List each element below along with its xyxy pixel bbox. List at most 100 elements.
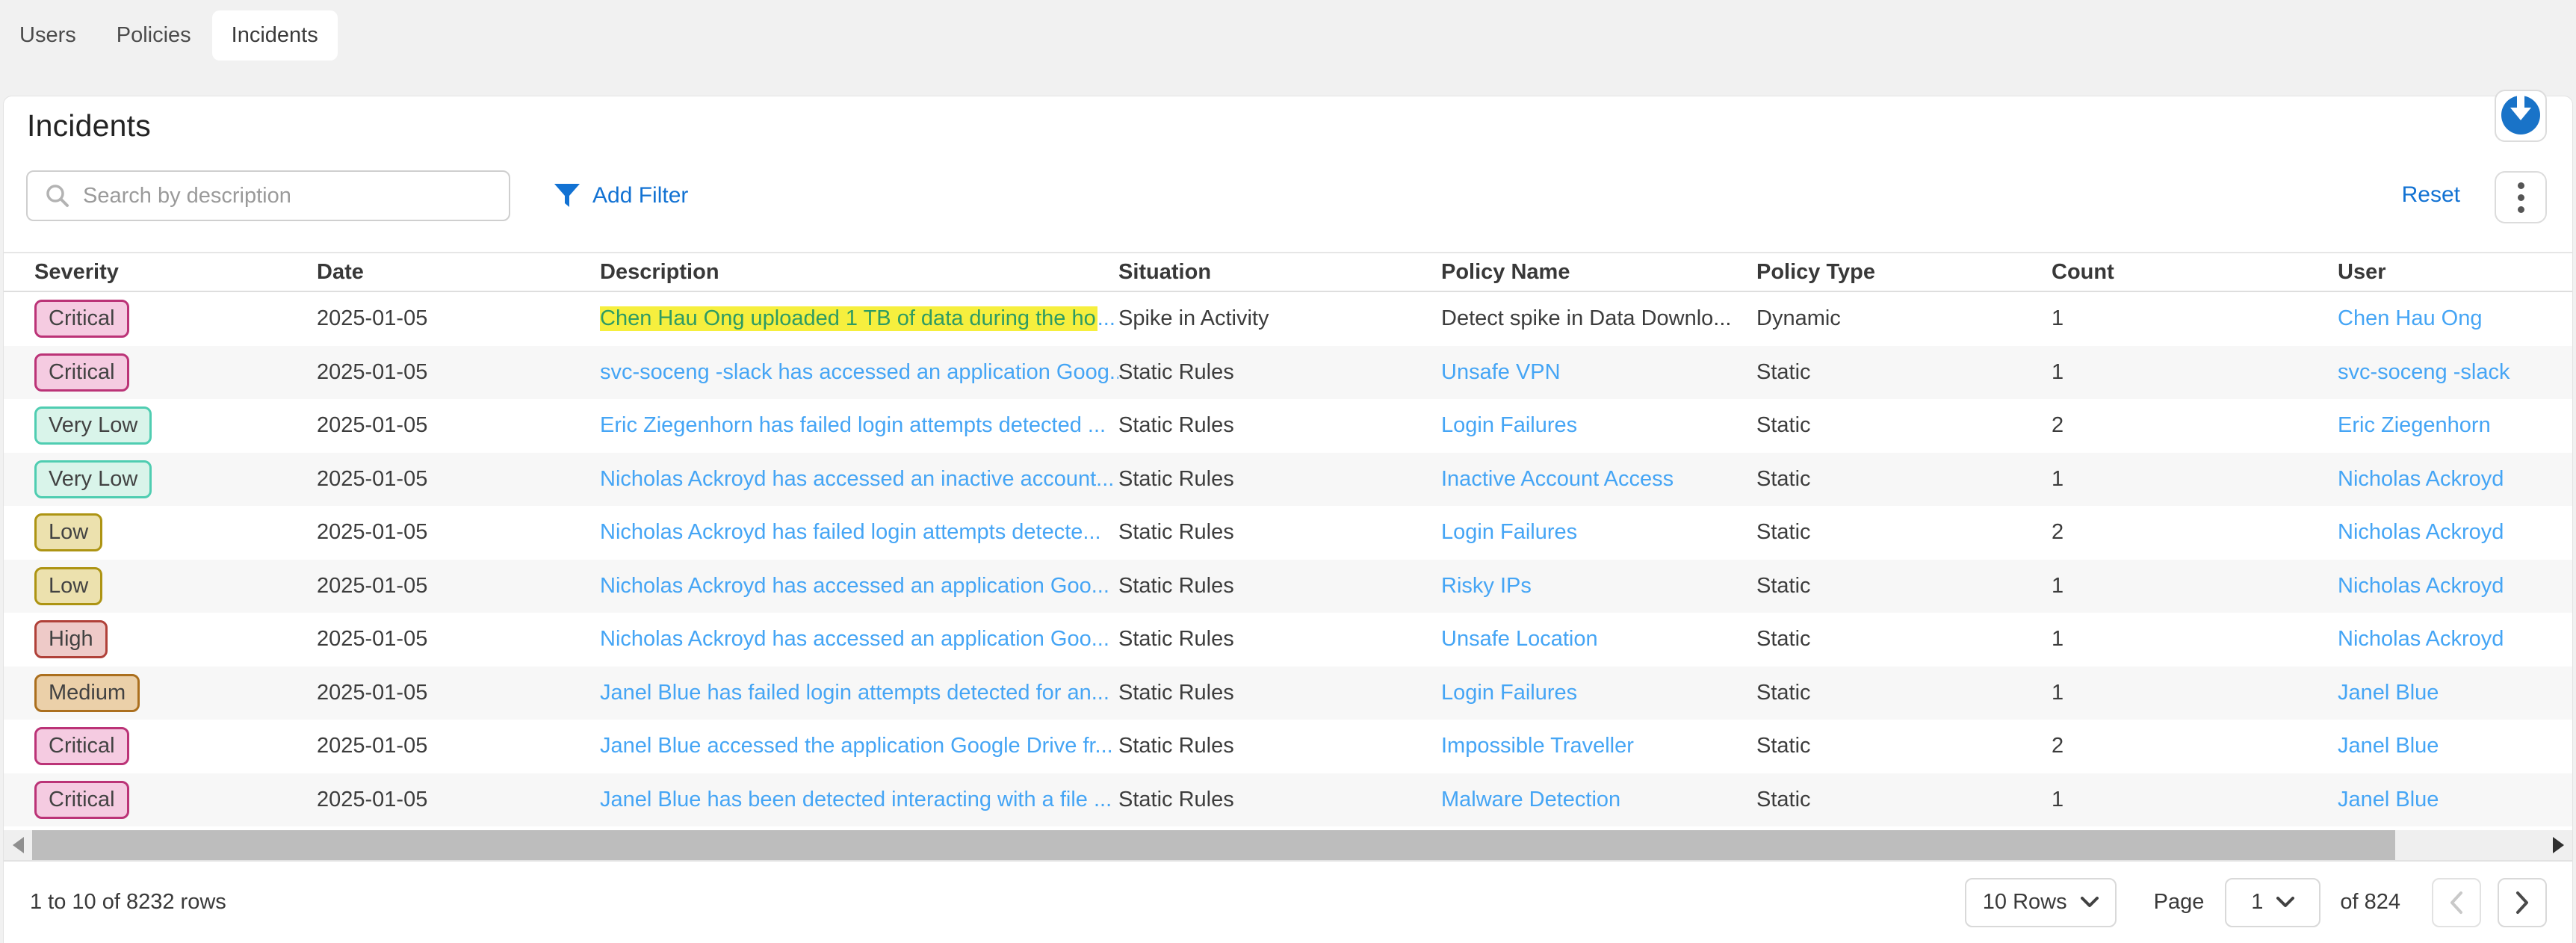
count-cell: 1 (2052, 574, 2338, 599)
situation-cell: Spike in Activity (1118, 306, 1441, 331)
scroll-left-button[interactable] (4, 830, 32, 860)
description-link[interactable]: Janel Blue has been detected interacting… (600, 788, 1112, 811)
column-header-count[interactable]: Count (2052, 260, 2338, 285)
reset-link[interactable]: Reset (2402, 182, 2460, 208)
triangle-left-icon (13, 837, 24, 853)
policy-name-link: Detect spike in Data Downlo... (1441, 306, 1731, 330)
description-link[interactable]: Nicholas Ackroyd has accessed an applica… (600, 574, 1109, 598)
description-link[interactable]: Nicholas Ackroyd has accessed an inactiv… (600, 467, 1114, 491)
policy-name-cell: Login Failures (1441, 413, 1756, 438)
policy-name-link[interactable]: Login Failures (1441, 413, 1577, 437)
user-link[interactable]: Janel Blue (2338, 734, 2439, 758)
column-header-severity[interactable]: Severity (4, 260, 317, 285)
scrollbar-thumb[interactable] (32, 830, 2395, 860)
description-link[interactable]: Janel Blue has failed login attempts det… (600, 681, 1109, 705)
column-header-date[interactable]: Date (317, 260, 600, 285)
next-page-button[interactable] (2498, 878, 2547, 927)
user-cell: Janel Blue (2338, 681, 2572, 705)
table-row: Low 2025-01-05 Nicholas Ackroyd has fail… (4, 506, 2572, 560)
download-button[interactable] (2495, 90, 2547, 142)
search-icon (44, 182, 71, 209)
policy-name-link[interactable]: Login Failures (1441, 520, 1577, 544)
table-row: Very Low 2025-01-05 Eric Ziegenhorn has … (4, 399, 2572, 453)
horizontal-scrollbar[interactable] (4, 830, 2572, 860)
description-link[interactable]: Nicholas Ackroyd has failed login attemp… (600, 520, 1101, 544)
user-link[interactable]: svc-soceng -slack (2338, 360, 2510, 384)
count-cell: 1 (2052, 788, 2338, 812)
policy-type-cell: Static (1756, 788, 2052, 812)
description-cell: Nicholas Ackroyd has accessed an applica… (600, 627, 1118, 652)
severity-badge: Low (34, 567, 102, 605)
column-header-situation[interactable]: Situation (1118, 260, 1441, 285)
policy-name-link[interactable]: Malware Detection (1441, 788, 1620, 811)
count-cell: 1 (2052, 467, 2338, 492)
user-link[interactable]: Nicholas Ackroyd (2338, 520, 2504, 544)
column-header-user[interactable]: User (2338, 260, 2572, 285)
description-link[interactable]: svc-soceng -slack has accessed an applic… (600, 360, 1118, 384)
pagination-controls: 10 Rows Page 1 of 824 (1965, 878, 2547, 927)
policy-type-cell: Static (1756, 574, 2052, 599)
policy-name-link[interactable]: Risky IPs (1441, 574, 1532, 598)
page-number-select[interactable]: 1 (2225, 878, 2320, 927)
tab-incidents[interactable]: Incidents (212, 10, 338, 61)
column-header-policy-name[interactable]: Policy Name (1441, 260, 1756, 285)
policy-name-link[interactable]: Inactive Account Access (1441, 467, 1674, 491)
table-row: Low 2025-01-05 Nicholas Ackroyd has acce… (4, 560, 2572, 613)
policy-type-cell: Dynamic (1756, 306, 2052, 331)
column-header-policy-type[interactable]: Policy Type (1756, 260, 2052, 285)
date-cell: 2025-01-05 (317, 360, 600, 385)
date-cell: 2025-01-05 (317, 734, 600, 758)
severity-cell: Critical (4, 727, 317, 765)
policy-name-cell: Inactive Account Access (1441, 467, 1756, 492)
user-cell: Janel Blue (2338, 788, 2572, 812)
count-cell: 2 (2052, 734, 2338, 758)
column-header-description[interactable]: Description (600, 260, 1118, 285)
user-link[interactable]: Nicholas Ackroyd (2338, 467, 2504, 491)
tab-users[interactable]: Users (0, 10, 96, 61)
toolbar: Add Filter (26, 170, 2545, 221)
policy-name-link[interactable]: Unsafe VPN (1441, 360, 1561, 384)
user-link[interactable]: Nicholas Ackroyd (2338, 574, 2504, 598)
situation-cell: Static Rules (1118, 467, 1441, 492)
count-cell: 1 (2052, 681, 2338, 705)
policy-name-link[interactable]: Login Failures (1441, 681, 1577, 705)
description-link[interactable]: Chen Hau Ong uploaded 1 TB of data durin… (600, 306, 1115, 331)
situation-cell: Static Rules (1118, 681, 1441, 705)
policy-type-cell: Static (1756, 413, 2052, 438)
table-header-row: Severity Date Description Situation Poli… (4, 252, 2572, 292)
date-cell: 2025-01-05 (317, 306, 600, 331)
table-row: Critical 2025-01-05 Janel Blue has been … (4, 773, 2572, 827)
search-box[interactable] (26, 170, 510, 221)
tab-policies[interactable]: Policies (97, 10, 211, 61)
description-link[interactable]: Janel Blue accessed the application Goog… (600, 734, 1113, 758)
rows-per-page-select[interactable]: 10 Rows (1965, 878, 2117, 927)
severity-cell: High (4, 620, 317, 658)
description-link[interactable]: Nicholas Ackroyd has accessed an applica… (600, 627, 1109, 651)
policy-name-cell: Unsafe VPN (1441, 360, 1756, 385)
severity-cell: Very Low (4, 406, 317, 445)
date-cell: 2025-01-05 (317, 520, 600, 545)
user-link[interactable]: Nicholas Ackroyd (2338, 627, 2504, 651)
user-link[interactable]: Eric Ziegenhorn (2338, 413, 2491, 437)
policy-name-link[interactable]: Unsafe Location (1441, 627, 1598, 651)
description-link[interactable]: Eric Ziegenhorn has failed login attempt… (600, 413, 1106, 437)
policy-name-cell: Malware Detection (1441, 788, 1756, 812)
user-link[interactable]: Janel Blue (2338, 788, 2439, 811)
count-cell: 1 (2052, 360, 2338, 385)
more-options-button[interactable] (2495, 171, 2547, 223)
user-cell: Nicholas Ackroyd (2338, 627, 2572, 652)
policy-name-link[interactable]: Impossible Traveller (1441, 734, 1634, 758)
severity-badge: Critical (34, 781, 129, 819)
search-input[interactable] (83, 184, 509, 208)
policy-type-cell: Static (1756, 681, 2052, 705)
user-link[interactable]: Janel Blue (2338, 681, 2439, 705)
description-cell: Chen Hau Ong uploaded 1 TB of data durin… (600, 306, 1118, 331)
add-filter-button[interactable]: Add Filter (554, 183, 688, 208)
situation-cell: Static Rules (1118, 360, 1441, 385)
scroll-right-button[interactable] (2544, 830, 2572, 860)
user-link[interactable]: Chen Hau Ong (2338, 306, 2482, 330)
severity-badge: Medium (34, 674, 140, 712)
previous-page-button[interactable] (2432, 878, 2481, 927)
description-cell: Janel Blue accessed the application Goog… (600, 734, 1118, 758)
count-cell: 2 (2052, 413, 2338, 438)
